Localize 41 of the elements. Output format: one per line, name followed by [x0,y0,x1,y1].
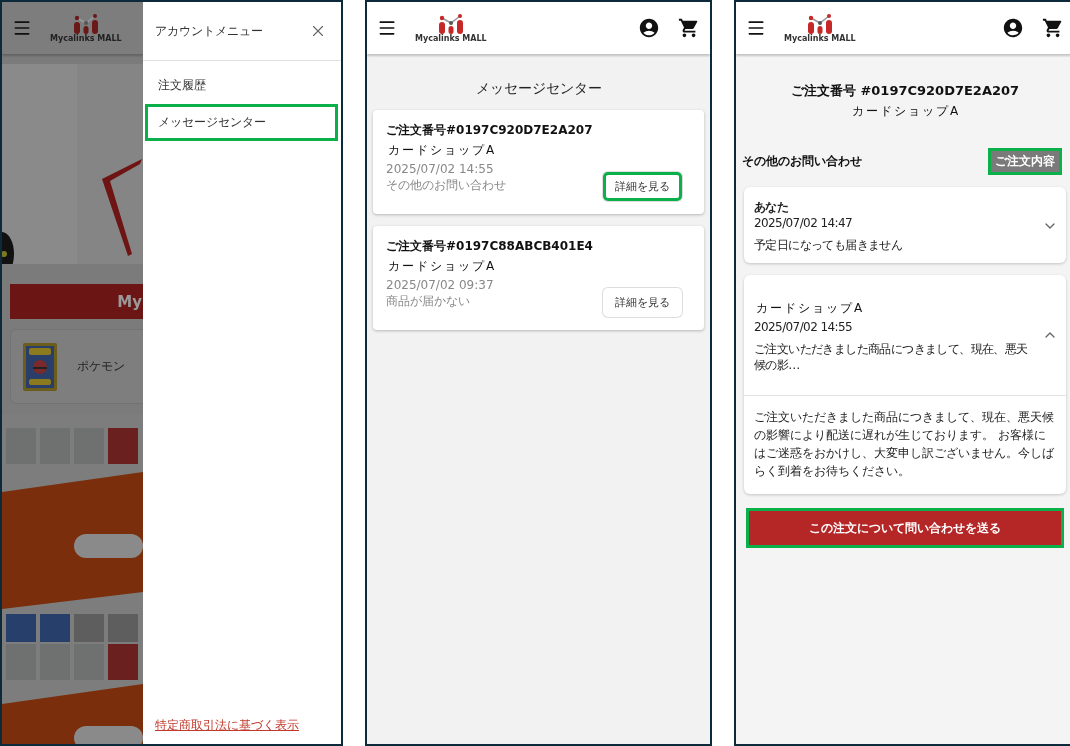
order-number: ご注文番号#0197C920D7E2A207 [386,122,594,139]
order-number: ご注文番号#0197C88ABCB401E4 [386,238,594,255]
menu-icon[interactable] [377,18,397,38]
menu-item[interactable]: 注文履歴 [145,67,338,104]
message-date: 2025/07/02 14:55 [754,319,853,335]
message-card[interactable]: ご注文番号#0197C88ABCB401E4 カードショップA 2025/07/02 09:37 商品が届かない 詳細を見る [373,226,704,330]
details-button[interactable]: 詳細を見る [603,172,682,201]
message-date: 2025/07/02 14:47 [754,215,853,231]
logo-text: Mycalinks MALL [784,33,856,43]
message-date: 2025/07/02 09:37 [386,277,495,293]
message-preview: ご注文いただきました商品につきまして、現在、悪天候の影… [754,341,1029,373]
account-icon[interactable] [638,17,660,39]
sender-name: カードショップA [756,300,866,317]
message-body: ご注文いただきました商品につきまして、現在、悪天候の影響により配送に遅れが生じております。 お客様にはご迷惑をおかけし、大変申し訳ございません。今しばらく到着をお待ちください。 [744,395,1066,494]
logo-text: Mycalinks MALL [415,33,487,43]
message-date: 2025/07/02 14:55 [386,161,495,177]
message-preview: 予定日になっても届きません [754,237,904,253]
logo-text: Mycalinks MALL [50,33,122,43]
shop-name: カードショップA [851,103,961,120]
cart-icon[interactable] [678,17,700,39]
order-number: ご注文番号 #0197C920D7E2A207 [790,82,1020,100]
category-label: ポケモン [77,358,125,376]
page-title: メッセージセンター [474,80,603,98]
inquiry-category: その他のお問い合わせ [742,153,862,170]
shop-name: カードショップA [388,258,498,275]
send-inquiry-button[interactable]: この注文について問い合わせを送る [746,508,1064,548]
hero-button[interactable]: My [10,284,143,320]
category-card[interactable]: ポケモン [10,329,143,404]
order-details-button[interactable]: ご注文内容 [988,148,1062,175]
menu-item[interactable]: メッセージセンター [145,104,338,141]
cart-icon[interactable] [1042,17,1064,39]
legal-link[interactable]: 特定商取引法に基づく表示 [155,717,329,734]
shop-name: カードショップA [388,142,498,159]
message-subject: 商品が届かない [386,293,471,309]
menu-icon[interactable] [746,18,766,38]
details-button[interactable]: 詳細を見る [603,288,682,317]
sender-name: あなた [754,199,790,215]
drawer-title: アカウントメニュー [155,22,263,40]
message-card[interactable]: ご注文番号#0197C920D7E2A207 カードショップA 2025/07/02 14:55 その他のお問い合わせ 詳細を見る [373,110,704,214]
account-icon[interactable] [1002,17,1024,39]
message-subject: その他のお問い合わせ [386,177,507,193]
